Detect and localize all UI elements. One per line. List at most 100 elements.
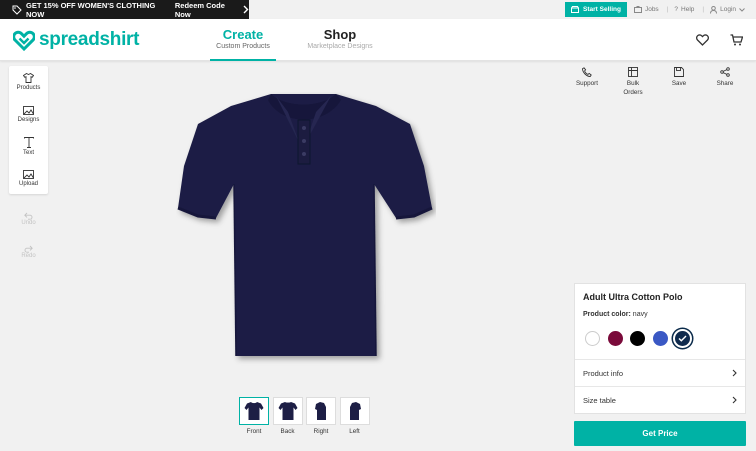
get-price-button[interactable]: Get Price: [574, 421, 746, 446]
cart-icon[interactable]: [730, 33, 744, 51]
text-label: Text: [22, 149, 34, 156]
view-left-label: Left: [349, 428, 360, 435]
text-icon: [23, 136, 34, 148]
view-front-label: Front: [246, 428, 262, 435]
bulk-orders-button[interactable]: Bulk Orders: [610, 67, 656, 97]
view-thumbnails: Front Back Right Left: [239, 397, 373, 435]
chevron-right-icon: [243, 5, 249, 14]
upload-icon: [23, 169, 34, 179]
image-icon: [23, 105, 34, 115]
spreadshirt-logo[interactable]: spreadshirt: [13, 29, 139, 51]
tab-create[interactable]: Create Custom Products: [210, 27, 276, 61]
product-name: Adult Ultra Cotton Polo: [583, 292, 683, 302]
size-table-row[interactable]: Size table: [575, 386, 745, 413]
heart-icon[interactable]: [696, 33, 709, 51]
thumb-right-box: [306, 397, 336, 425]
share-button[interactable]: Share: [702, 67, 748, 97]
swatch-burgundy[interactable]: [607, 331, 623, 346]
redo-icon: [24, 245, 33, 253]
login-label: Login: [720, 6, 736, 13]
start-selling-label: Start Selling: [583, 6, 621, 13]
help-label: Help: [681, 6, 695, 13]
jobs-label: Jobs: [644, 6, 659, 13]
save-icon: [674, 67, 684, 77]
user-icon: [710, 5, 718, 14]
chevron-right-icon: [732, 369, 737, 377]
tab-shop[interactable]: Shop Marketplace Designs: [305, 27, 375, 50]
product-info-label: Product info: [583, 368, 624, 378]
products-label: Products: [16, 85, 41, 91]
divider: |: [702, 6, 705, 13]
polo-front-thumb: [244, 402, 264, 420]
promo-bar[interactable]: GET 15% OFF WOMEN'S CLOTHING NOW Redeem …: [0, 0, 249, 19]
tag-icon: [12, 5, 22, 15]
redeem-link[interactable]: Redeem Code Now: [175, 1, 237, 19]
redo-label: Redo: [21, 253, 36, 259]
utility-bar: Start Selling Jobs | ? Help | Login: [565, 0, 756, 19]
logo-text: spreadshirt: [39, 29, 140, 50]
polo-right-thumb: [315, 402, 326, 420]
jobs-link[interactable]: Jobs: [633, 6, 659, 13]
redo-button[interactable]: Redo: [9, 245, 48, 259]
undo-button[interactable]: Undo: [9, 212, 48, 226]
products-tool[interactable]: Products: [9, 66, 48, 98]
polo-shirt-image: [177, 94, 433, 357]
support-button[interactable]: Support: [564, 67, 610, 97]
left-toolbar: Products Designs Text Upload: [9, 66, 48, 194]
swatch-navy[interactable]: [675, 331, 690, 346]
product-color-label: Product color:: [583, 311, 631, 318]
thumb-front-box: [239, 397, 269, 425]
briefcase-icon: [633, 6, 642, 13]
right-actions: Support Bulk Orders Save Share: [564, 67, 748, 97]
save-button[interactable]: Save: [656, 67, 702, 97]
thumb-back-box: [272, 397, 303, 425]
main-header: spreadshirt Create Custom Products Shop …: [0, 19, 756, 61]
view-right[interactable]: Right: [306, 397, 336, 435]
product-info-row[interactable]: Product info: [575, 359, 745, 386]
swatch-white[interactable]: [585, 331, 600, 346]
polo-back-thumb: [278, 402, 297, 420]
bulk-label: Bulk: [626, 80, 640, 87]
view-back-label: Back: [280, 428, 295, 435]
view-back[interactable]: Back: [272, 397, 303, 435]
tab-shop-title: Shop: [323, 27, 357, 42]
promo-text: GET 15% OFF WOMEN'S CLOTHING NOW: [26, 0, 156, 19]
bulk-icon: [628, 67, 638, 77]
swatch-royal-blue[interactable]: [652, 331, 668, 346]
store-icon: [571, 6, 580, 13]
tab-create-subtitle: Custom Products: [216, 43, 270, 50]
designs-tool[interactable]: Designs: [9, 98, 48, 130]
upload-label: Upload: [18, 180, 38, 187]
product-color-line: Product color: navy: [583, 311, 648, 318]
polo-left-thumb: [349, 402, 361, 420]
support-label: Support: [575, 80, 599, 87]
product-preview[interactable]: [176, 86, 436, 371]
share-icon: [720, 67, 730, 77]
share-label: Share: [716, 80, 734, 87]
color-swatches: [585, 331, 698, 346]
logo-icon: [13, 30, 35, 51]
undo-icon: [24, 212, 33, 220]
chevron-down-icon: [739, 7, 745, 12]
help-link[interactable]: ? Help: [674, 6, 694, 13]
login-link[interactable]: Login: [710, 5, 748, 14]
view-right-label: Right: [313, 428, 329, 435]
save-label: Save: [671, 80, 687, 87]
tab-create-title: Create: [222, 27, 264, 42]
view-front[interactable]: Front: [239, 397, 269, 435]
designs-label: Designs: [17, 116, 40, 123]
orders-label: Orders: [623, 88, 643, 96]
start-selling-button[interactable]: Start Selling: [565, 2, 627, 17]
thumb-left-box: [339, 397, 370, 425]
upload-tool[interactable]: Upload: [9, 162, 48, 194]
text-tool[interactable]: Text: [9, 130, 48, 162]
view-left[interactable]: Left: [339, 397, 370, 435]
tshirt-icon: [23, 73, 34, 83]
product-panel: Adult Ultra Cotton Polo Product color: n…: [574, 283, 746, 414]
chevron-right-icon: [732, 396, 737, 404]
size-table-label: Size table: [583, 395, 616, 405]
question-icon: ?: [674, 6, 679, 13]
swatch-black[interactable]: [630, 331, 645, 346]
phone-icon: [582, 67, 592, 77]
undo-label: Undo: [21, 220, 36, 226]
